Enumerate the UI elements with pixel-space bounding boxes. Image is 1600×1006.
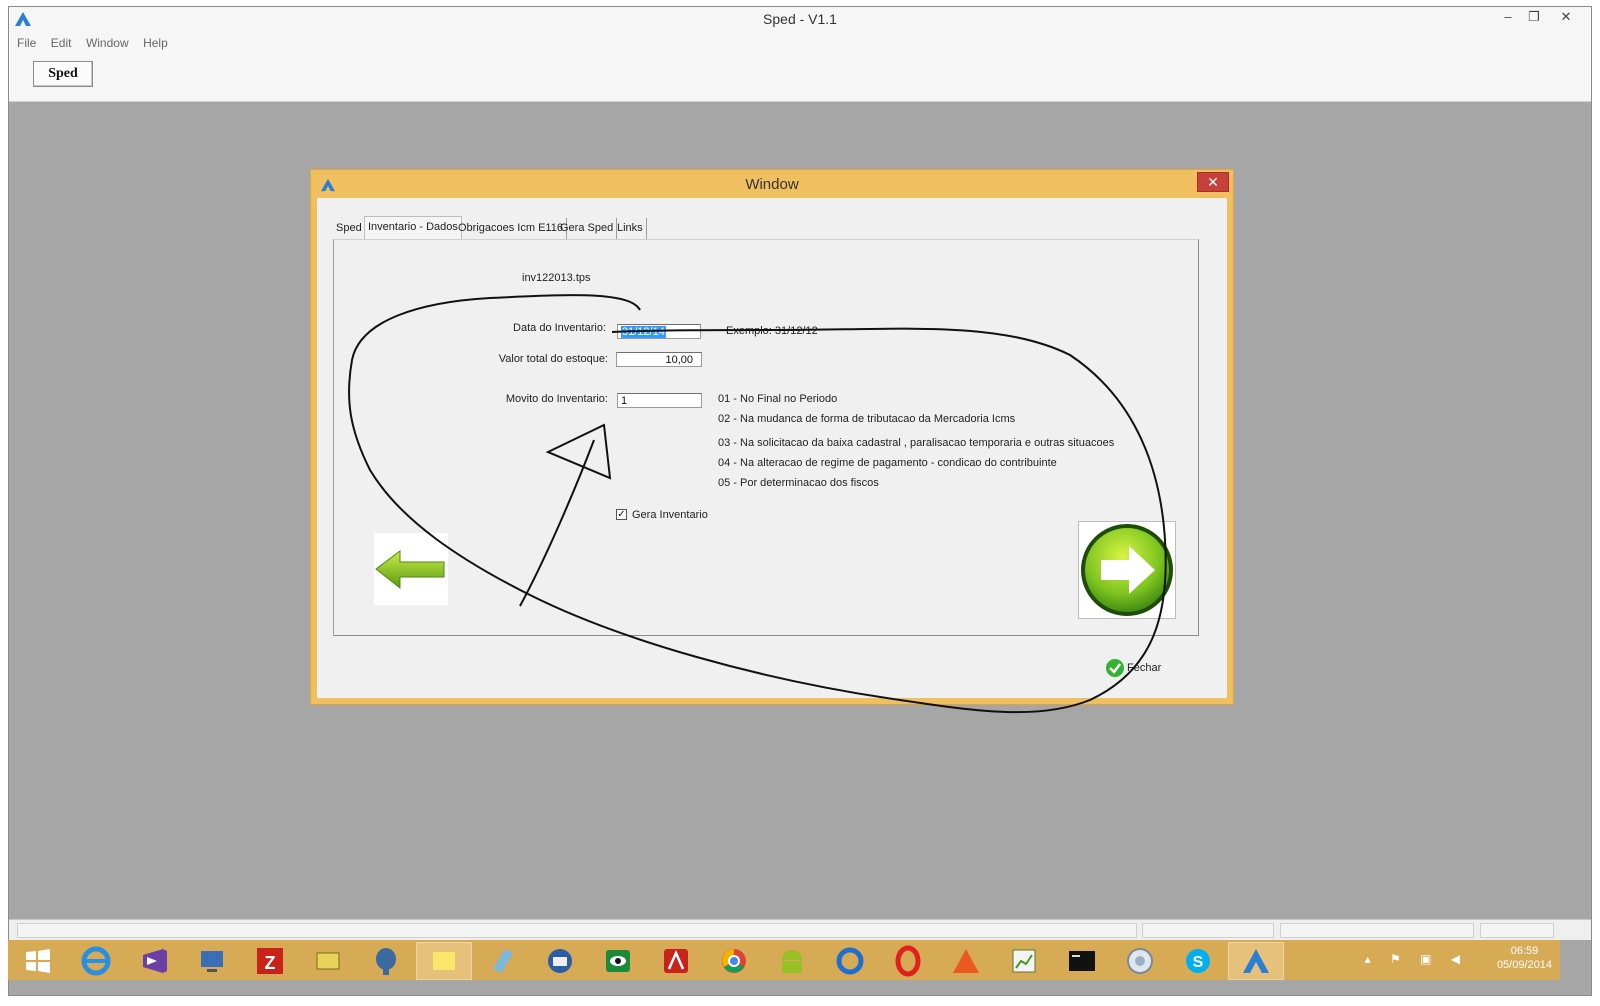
menu-bar: File Edit Window Help [9,33,1591,53]
spreadsheet-icon[interactable] [996,942,1052,980]
motivo-01: 01 - No Final no Periodo [718,393,838,405]
clock-date: 05/09/2014 [1496,959,1552,971]
filezilla-icon[interactable]: Z [242,942,298,980]
status-pane-2 [1142,923,1274,938]
sped-app-icon[interactable] [1228,942,1284,980]
app-titlebar: Sped - V1.1 – ❐ ✕ [9,7,1591,33]
valor-total-label: Valor total do estoque: [498,353,608,365]
motivo-02: 02 - Na mudanca de forma de tributacao d… [718,413,1016,425]
gera-inventario-label: Gera Inventario [632,509,708,521]
tab-obrigacoes-icm-e116[interactable]: Obrigacoes Icm E116 [455,218,567,239]
postgresql-icon[interactable] [358,942,414,980]
valor-total-input[interactable]: 10,00 [616,352,702,367]
media-icon[interactable] [590,942,646,980]
toolbar: Sped [9,53,1591,102]
gera-inventario-checkbox[interactable]: ✓ [616,509,627,520]
thunderbird-icon[interactable] [532,942,588,980]
right-arrow-icon [1081,524,1173,616]
dialog-titlebar: Window ✕ [311,170,1233,198]
motivo-03: 03 - Na solicitacao da baixa cadastral ,… [718,437,1115,449]
next-button[interactable] [1078,521,1176,619]
status-pane-3 [1280,923,1474,938]
data-inventario-label: Data do Inventario: [513,322,606,334]
internet-explorer-icon[interactable] [68,942,124,980]
minimize-button[interactable]: – [1495,9,1521,24]
dialog-close-button[interactable]: ✕ [1197,172,1229,192]
inventario-panel: inv122013.tps Data do Inventario: 31/12/… [333,239,1199,636]
menu-file[interactable]: File [17,36,36,50]
notepad-icon[interactable] [474,942,530,980]
movito-label: Movito do Inventario: [505,393,608,405]
close-button[interactable]: ✕ [1553,9,1579,25]
dialog-title: Window [745,176,799,193]
terminal-icon[interactable] [1054,942,1110,980]
clock-time: 06:59 [1510,945,1539,957]
data-inventario-value: 31/12/14 [621,326,666,338]
sped-toolbar-button[interactable]: Sped [33,61,93,87]
system-clock[interactable]: 06:59 05/09/2014 [1497,944,1552,972]
opera-icon[interactable] [880,942,936,980]
svg-text:Z: Z [265,953,276,973]
tab-links[interactable]: Links [614,218,647,239]
tab-gera-sped[interactable]: Gera Sped [557,218,618,239]
motivo-04: 04 - Na alteracao de regime de pagamento… [718,457,1057,469]
fechar-check-icon [1106,659,1124,677]
movito-input[interactable]: 1 [617,393,702,408]
globe-icon[interactable] [1112,942,1168,980]
visual-studio-icon[interactable] [126,942,182,980]
menu-edit[interactable]: Edit [51,36,72,50]
taskbar: Z S ▴ ⚑ ▣ ◀ 06:59 05/09/2014 [8,940,1560,980]
tab-sped[interactable]: Sped [333,218,366,239]
chrome-icon[interactable] [706,942,762,980]
fechar-button[interactable]: Fechar [1127,662,1161,674]
app-title: Sped - V1.1 [763,11,837,27]
data-inventario-input[interactable]: 31/12/14 [617,324,701,339]
app-icon[interactable] [938,942,994,980]
menu-window[interactable]: Window [86,36,129,50]
system-tray-icons[interactable]: ▴ ⚑ ▣ ◀ [1365,952,1468,966]
svg-text:S: S [1193,954,1204,971]
windows-start-icon[interactable] [10,942,66,980]
android-icon[interactable] [764,942,820,980]
sticky-notes-icon[interactable] [416,942,472,980]
left-arrow-icon [375,550,445,590]
tool-icon[interactable] [300,942,356,980]
exemplo-hint: Exemplo: 31/12/12 [726,325,818,337]
status-bar [9,919,1591,940]
menu-help[interactable]: Help [143,36,168,50]
acrobat-icon[interactable] [648,942,704,980]
status-pane-4 [1480,923,1554,938]
ccleaner-icon[interactable] [822,942,878,980]
skype-icon[interactable]: S [1170,942,1226,980]
back-button[interactable] [374,533,448,605]
motivo-05: 05 - Por determinacao dos fiscos [718,477,879,489]
remote-desktop-icon[interactable] [184,942,240,980]
tab-inventario-dados[interactable]: Inventario - Dados [364,216,462,240]
dialog-client-area: Sped Inventario - Dados Obrigacoes Icm E… [317,198,1227,698]
status-pane-1 [17,923,1137,938]
inventario-dialog: Window ✕ Sped Inventario - Dados Obrigac… [310,169,1234,705]
filename-label: inv122013.tps [522,272,591,284]
restore-button[interactable]: ❐ [1521,9,1547,25]
